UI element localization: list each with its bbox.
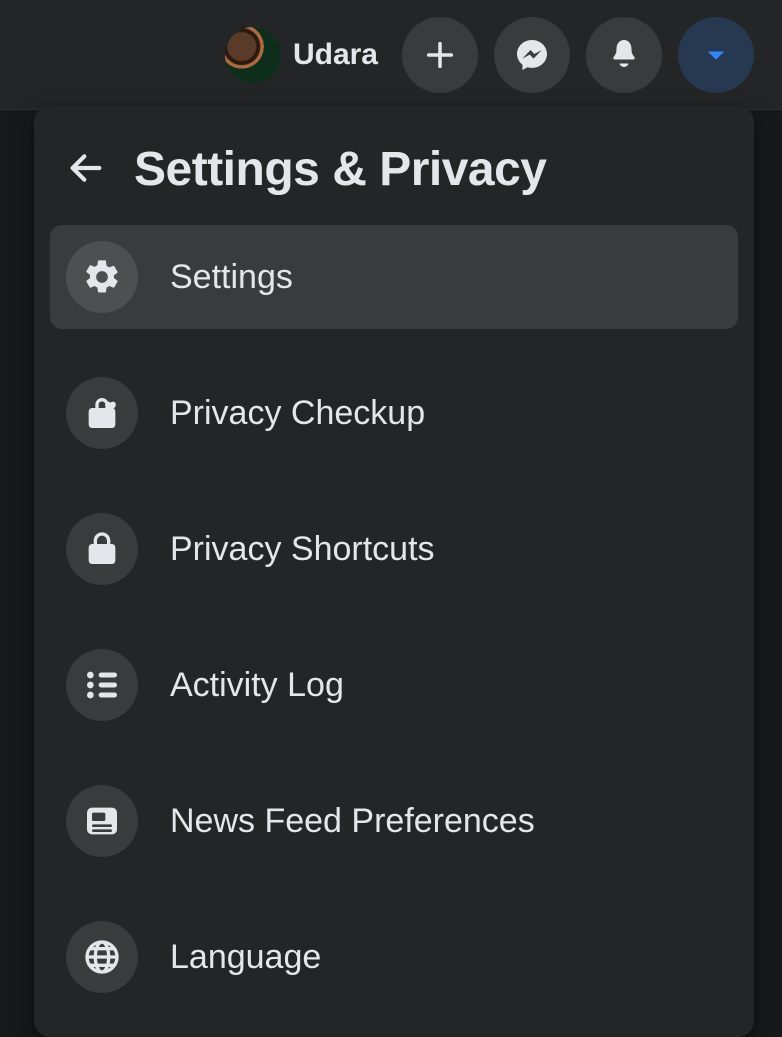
panel-header: Settings & Privacy	[50, 122, 738, 225]
settings-privacy-panel: Settings & Privacy Settings Privacy Chec…	[34, 106, 754, 1037]
arrow-left-icon	[66, 148, 106, 191]
notifications-button[interactable]	[586, 17, 662, 93]
plus-icon	[423, 38, 457, 72]
menu-item-settings[interactable]: Settings	[50, 225, 738, 329]
menu-item-label: Activity Log	[170, 666, 344, 705]
bell-icon	[606, 37, 642, 73]
avatar	[225, 27, 281, 83]
lock-icon	[66, 513, 138, 585]
menu-item-news-feed-preferences[interactable]: News Feed Preferences	[50, 769, 738, 873]
panel-title: Settings & Privacy	[134, 142, 547, 197]
newspaper-icon	[66, 785, 138, 857]
menu-item-language[interactable]: Language	[50, 905, 738, 1009]
menu-list: Settings Privacy Checkup Privacy Shortcu…	[50, 225, 738, 1021]
back-button[interactable]	[62, 146, 110, 194]
menu-item-label: Language	[170, 938, 321, 977]
globe-icon	[66, 921, 138, 993]
caret-down-icon	[702, 41, 730, 69]
menu-item-label: Privacy Checkup	[170, 394, 425, 433]
menu-item-label: Settings	[170, 258, 293, 297]
menu-item-privacy-shortcuts[interactable]: Privacy Shortcuts	[50, 497, 738, 601]
gear-icon	[66, 241, 138, 313]
profile-chip[interactable]: Udara	[225, 27, 378, 83]
create-button[interactable]	[402, 17, 478, 93]
messenger-icon	[514, 37, 550, 73]
top-bar: Udara	[0, 0, 782, 110]
messenger-button[interactable]	[494, 17, 570, 93]
menu-item-label: Privacy Shortcuts	[170, 530, 435, 569]
list-icon	[66, 649, 138, 721]
profile-name: Udara	[293, 38, 378, 72]
menu-item-privacy-checkup[interactable]: Privacy Checkup	[50, 361, 738, 465]
lock-heart-icon	[66, 377, 138, 449]
menu-item-activity-log[interactable]: Activity Log	[50, 633, 738, 737]
menu-item-label: News Feed Preferences	[170, 802, 535, 841]
account-menu-button[interactable]	[678, 17, 754, 93]
